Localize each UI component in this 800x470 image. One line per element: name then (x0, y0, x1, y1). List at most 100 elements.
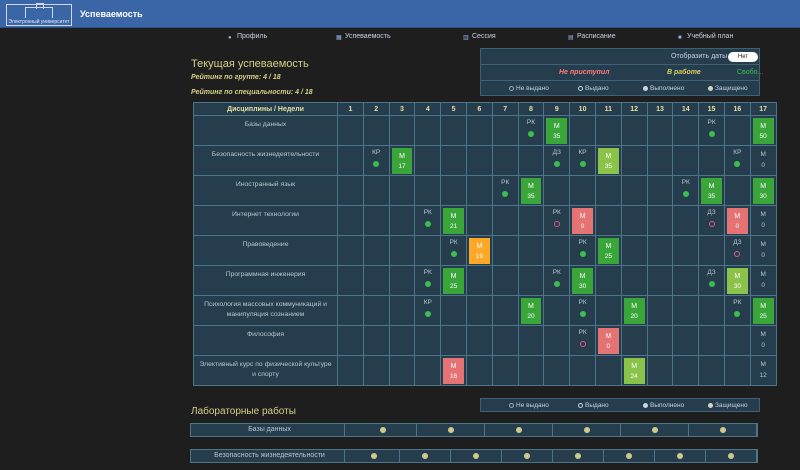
week-cell (698, 355, 725, 386)
lab-work[interactable] (349, 424, 417, 436)
module-grade[interactable]: М 21 (443, 208, 464, 234)
lab-work[interactable] (655, 450, 706, 462)
week-cell (620, 235, 648, 266)
university-logo[interactable]: Электронный университет (6, 3, 72, 26)
module-grade[interactable]: М 20 (623, 298, 645, 324)
task-label[interactable]: КР (415, 299, 440, 306)
lab-work[interactable] (451, 450, 502, 462)
subject-name[interactable]: Философия (193, 325, 338, 356)
week-cell (440, 115, 467, 146)
done-dot-icon (579, 251, 586, 257)
week-cell: РК (414, 265, 442, 296)
module-grade[interactable]: М 30 (572, 268, 593, 294)
task-label[interactable]: РК (570, 299, 595, 306)
module-grade[interactable]: М0 (597, 328, 619, 354)
task-label[interactable]: М0 (751, 329, 776, 351)
module-grade[interactable]: М 17 (391, 148, 413, 174)
labs-legend: Не выдано Выдано Выполнено Защищено (480, 398, 760, 412)
done-dot-icon (579, 161, 586, 167)
task-label[interactable]: КР (570, 149, 595, 156)
lab-work[interactable] (485, 424, 553, 436)
lab-work[interactable] (689, 424, 757, 436)
subject-name[interactable]: Интернет технологии (193, 205, 338, 236)
logo-text: Электронный университет (8, 19, 70, 25)
module-grade[interactable]: М 20 (520, 298, 542, 324)
task-label[interactable]: М0 (751, 209, 776, 231)
lab-work[interactable] (349, 450, 400, 462)
lab-work[interactable] (706, 450, 757, 462)
lab-work[interactable] (621, 424, 689, 436)
task-label[interactable]: РК (570, 329, 595, 336)
status-dot-icon (473, 453, 479, 459)
lab-work[interactable] (553, 424, 621, 436)
module-grade[interactable]: М 30 (726, 268, 748, 294)
module-grade[interactable]: М 35 (701, 178, 722, 204)
module-grade[interactable]: М 25 (752, 298, 774, 324)
lab-work[interactable] (502, 450, 553, 462)
task-label[interactable]: КР (725, 149, 750, 156)
task-label[interactable]: РК (441, 239, 466, 246)
week-cell (337, 265, 364, 296)
dates-toggle-button[interactable]: Нет (728, 52, 758, 62)
week-cell (491, 355, 519, 386)
task-label[interactable]: РК (519, 119, 544, 126)
subject-name[interactable]: Программная инженерия (193, 265, 338, 296)
task-label[interactable]: РК (493, 179, 518, 186)
task-label[interactable]: М0 (751, 239, 776, 261)
lab-work[interactable] (417, 424, 485, 436)
week-cell (388, 175, 416, 206)
task-label[interactable]: ДЗ (699, 269, 724, 276)
task-label[interactable]: ДЗ (544, 149, 569, 156)
module-grade[interactable]: М 30 (752, 178, 774, 204)
task-label[interactable]: РК (725, 299, 750, 306)
week-cell (337, 175, 364, 206)
subject-name[interactable]: Безопасность жизнедеятельности (193, 145, 338, 176)
lab-work[interactable] (400, 450, 451, 462)
nav-item-0[interactable]: ● Профиль (228, 33, 267, 41)
week-cell (414, 175, 442, 206)
module-grade[interactable]: М 35 (546, 118, 568, 144)
task-label[interactable]: РК (699, 119, 724, 126)
lab-row: Безопасность жизнедеятельности (190, 449, 758, 463)
task-label[interactable]: М 12 (751, 359, 776, 381)
subject-name[interactable]: Базы данных (193, 115, 338, 146)
task-label[interactable]: М0 (751, 149, 776, 171)
module-grade[interactable]: М 19 (468, 238, 490, 264)
week-cell: КР (362, 145, 390, 176)
subject-name[interactable]: Элективный курс по физической культуре и… (193, 355, 338, 386)
subject-name[interactable]: Психология массовых коммуникаций и манип… (193, 295, 338, 326)
subject-name[interactable]: Иностранный язык (193, 175, 338, 206)
task-label[interactable]: РК (415, 209, 440, 216)
week-cell (440, 175, 467, 206)
task-label[interactable]: РК (673, 179, 698, 186)
module-grade[interactable]: М0 (572, 208, 593, 234)
module-grade[interactable]: М 25 (443, 268, 464, 294)
lab-subject[interactable]: Базы данных (195, 424, 345, 436)
subject-name[interactable]: Правоведение (193, 235, 338, 266)
nav-item-4[interactable]: ■ Учебный план (678, 33, 733, 41)
task-label[interactable]: РК (544, 269, 569, 276)
table-row: Элективный курс по физической культуре и… (193, 355, 777, 386)
module-grade[interactable]: М0 (726, 208, 748, 234)
lab-work[interactable] (553, 450, 604, 462)
lab-subject[interactable]: Безопасность жизнедеятельности (195, 450, 345, 462)
module-grade[interactable]: М 35 (520, 178, 542, 204)
task-label[interactable]: КР (364, 149, 389, 156)
lab-work[interactable] (604, 450, 655, 462)
module-grade[interactable]: М 16 (443, 358, 464, 384)
nav-item-2[interactable]: ▥ Сессия (463, 33, 496, 41)
task-label[interactable]: РК (544, 209, 569, 216)
nav-item-3[interactable]: ▤ Расписание (568, 33, 616, 41)
module-grade[interactable]: М 35 (597, 148, 619, 174)
task-label[interactable]: ДЗ (725, 239, 750, 246)
task-label[interactable]: РК (415, 269, 440, 276)
task-label[interactable]: М0 (751, 269, 776, 291)
week-cell: РК (543, 265, 571, 296)
task-label[interactable]: РК (570, 239, 595, 246)
calendar-icon: ▤ (568, 35, 574, 41)
module-grade[interactable]: М 24 (623, 358, 645, 384)
module-grade[interactable]: М 25 (597, 238, 619, 264)
module-grade[interactable]: М 50 (752, 118, 774, 144)
task-label[interactable]: ДЗ (699, 209, 724, 216)
nav-item-1[interactable]: ▦ Успеваемость (336, 33, 391, 41)
